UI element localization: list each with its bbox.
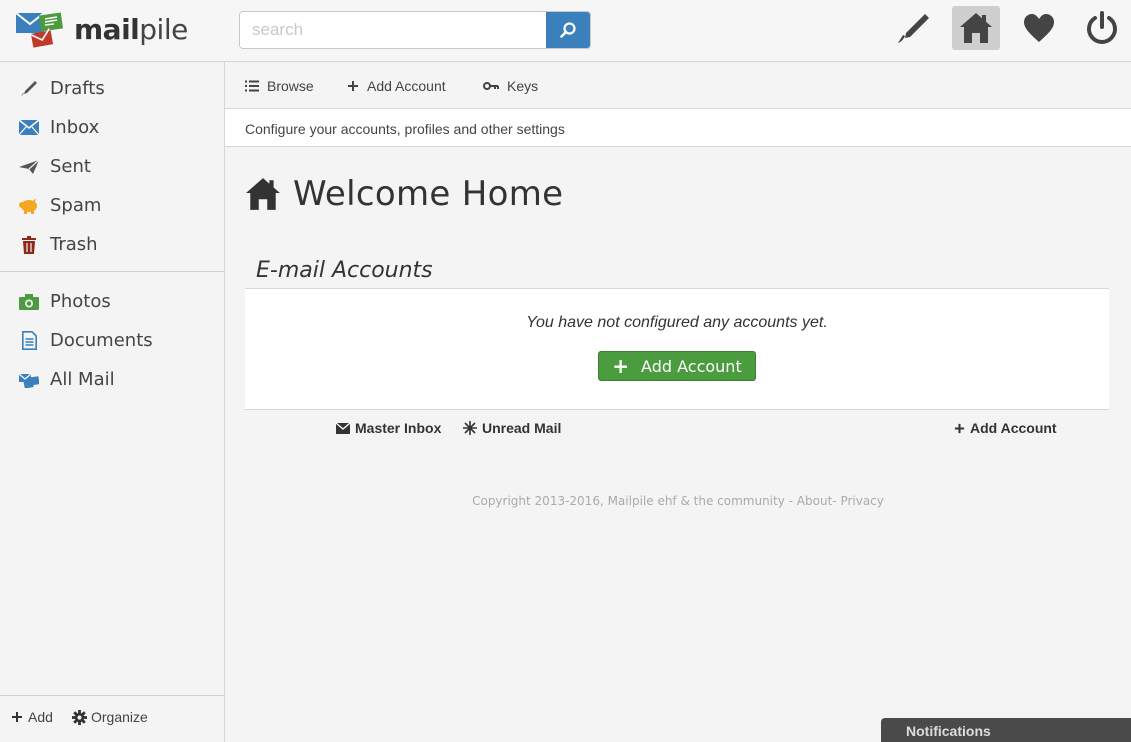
- master-inbox-link[interactable]: Master Inbox: [336, 420, 441, 436]
- browse-label: Browse: [267, 78, 314, 94]
- sidebar-divider: [0, 271, 224, 272]
- top-bar: mailpile: [0, 0, 1131, 62]
- asterisk-icon: [463, 421, 477, 435]
- page-heading: Welcome Home: [245, 174, 563, 214]
- search-button[interactable]: [546, 12, 590, 48]
- unread-mail-link[interactable]: Unread Mail: [463, 420, 561, 436]
- plus-icon: +: [612, 354, 630, 378]
- quick-add-account-label: Add Account: [970, 420, 1057, 436]
- gear-icon: [72, 709, 87, 725]
- plus-icon: [12, 712, 22, 722]
- sidebar-item-label: Spam: [50, 195, 102, 216]
- heart-button[interactable]: [1015, 6, 1063, 50]
- sidebar-item-sent[interactable]: Sent: [0, 147, 224, 186]
- sidebar-item-label: Documents: [50, 330, 153, 351]
- logo-text: mailpile: [74, 12, 188, 46]
- notifications-panel[interactable]: Notifications: [881, 718, 1131, 742]
- search-icon: [560, 22, 576, 38]
- main-content: Welcome Home E-mail Accounts You have no…: [225, 148, 1131, 742]
- browse-link[interactable]: Browse: [245, 78, 314, 94]
- home-button[interactable]: [952, 6, 1000, 50]
- sidebar-item-drafts[interactable]: Drafts: [0, 69, 224, 108]
- sidebar-footer: Add Organize: [0, 695, 224, 742]
- empty-accounts-message: You have not configured any accounts yet…: [526, 314, 828, 331]
- paper-plane-icon: [19, 157, 39, 177]
- logo-icon: [15, 12, 64, 48]
- sidebar-item-label: Sent: [50, 156, 91, 177]
- list-icon: [245, 80, 259, 92]
- sidebar-item-spam[interactable]: Spam: [0, 186, 224, 225]
- trash-icon: [19, 235, 39, 255]
- master-inbox-label: Master Inbox: [355, 420, 442, 436]
- compose-icon: [898, 14, 929, 43]
- add-account-button-label: Add Account: [641, 356, 742, 376]
- pig-icon: [19, 196, 39, 216]
- footer: Copyright 2013-2016, Mailpile ehf & the …: [225, 494, 1131, 508]
- organize-button[interactable]: Organize: [72, 709, 148, 725]
- about-link[interactable]: About: [797, 494, 832, 508]
- copyright-text: Copyright 2013-2016, Mailpile ehf & the …: [472, 494, 785, 508]
- heart-icon: [1024, 14, 1054, 42]
- page-title: Welcome Home: [293, 174, 564, 214]
- keys-label: Keys: [507, 78, 539, 94]
- search-box: [239, 11, 591, 49]
- envelope-icon: [336, 422, 350, 434]
- sidebar-item-documents[interactable]: Documents: [0, 321, 224, 360]
- sidebar-item-all-mail[interactable]: All Mail: [0, 360, 224, 399]
- pencil-icon: [19, 79, 39, 99]
- add-account-link[interactable]: Add Account: [347, 78, 446, 94]
- plus-icon: [954, 423, 965, 434]
- search-input[interactable]: [240, 12, 547, 48]
- accounts-heading: E-mail Accounts: [256, 258, 433, 283]
- mail-stack-icon: [19, 370, 39, 390]
- quick-add-account-link[interactable]: Add Account: [954, 420, 1057, 436]
- home-icon: [246, 178, 280, 210]
- keys-link[interactable]: Keys: [483, 78, 538, 94]
- add-account-label: Add Account: [367, 78, 446, 94]
- sidebar-item-label: Drafts: [50, 78, 105, 99]
- notifications-label: Notifications: [906, 723, 991, 739]
- add-tag-button[interactable]: Add: [11, 709, 53, 725]
- page-subtitle: Configure your accounts, profiles and ot…: [245, 121, 565, 137]
- add-account-button[interactable]: + Add Account: [598, 351, 756, 381]
- power-icon: [1087, 11, 1117, 44]
- sidebar-item-label: All Mail: [50, 369, 115, 390]
- sidebar-item-label: Photos: [50, 291, 111, 312]
- organize-label: Organize: [91, 709, 148, 725]
- privacy-link[interactable]: Privacy: [840, 494, 883, 508]
- sidebar: Drafts Inbox Sent Spam Trash Photos Docu…: [0, 62, 225, 742]
- unread-mail-label: Unread Mail: [482, 420, 562, 436]
- footer-separator: -: [784, 494, 797, 508]
- sidebar-item-inbox[interactable]: Inbox: [0, 108, 224, 147]
- logout-button[interactable]: [1078, 6, 1126, 50]
- subtitle-bar: Configure your accounts, profiles and ot…: [225, 109, 1131, 147]
- key-icon: [483, 81, 499, 91]
- camera-icon: [19, 292, 39, 312]
- sidebar-item-label: Inbox: [50, 117, 100, 138]
- sidebar-item-label: Trash: [50, 234, 98, 255]
- sidebar-item-trash[interactable]: Trash: [0, 225, 224, 264]
- mailpile-logo[interactable]: mailpile: [14, 10, 188, 48]
- plus-icon: [347, 80, 359, 92]
- envelope-icon: [19, 118, 39, 138]
- compose-button[interactable]: [889, 6, 937, 50]
- document-icon: [19, 331, 39, 351]
- accounts-panel: You have not configured any accounts yet…: [245, 288, 1109, 410]
- home-icon: [960, 13, 992, 43]
- sidebar-item-photos[interactable]: Photos: [0, 282, 224, 321]
- sub-navigation: Browse Add Account Keys: [225, 62, 1131, 109]
- add-tag-label: Add: [28, 709, 53, 725]
